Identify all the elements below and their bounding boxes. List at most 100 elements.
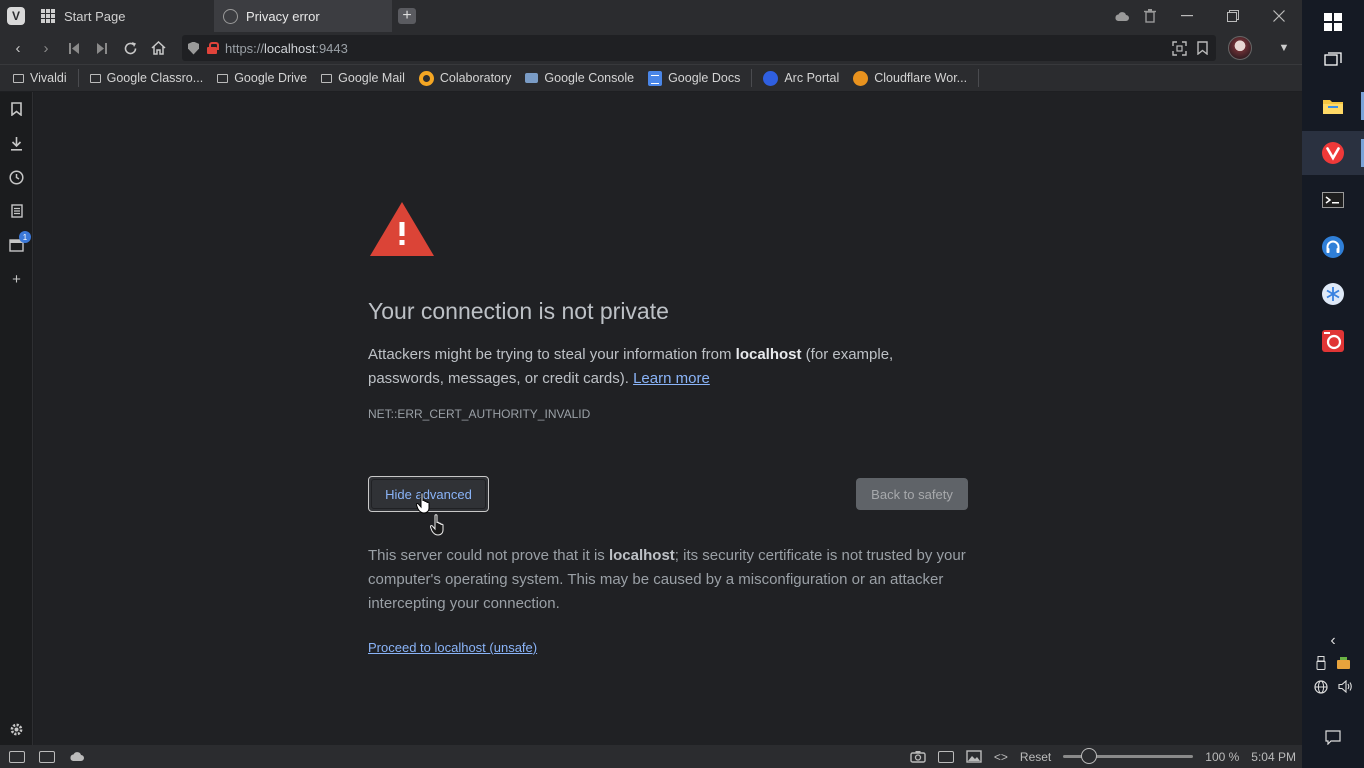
reload-icon xyxy=(124,41,136,54)
insecure-lock-icon[interactable] xyxy=(207,42,219,54)
url-field[interactable]: https://localhost:9443 xyxy=(182,35,1216,61)
taskbar-vivaldi[interactable] xyxy=(1302,131,1364,175)
page-content: Your connection is not private Attackers… xyxy=(34,92,1302,745)
task-view-button[interactable] xyxy=(1302,38,1364,82)
back-button[interactable]: ‹ xyxy=(4,34,32,62)
error-description: Attackers might be trying to steal your … xyxy=(368,346,894,387)
bookmark-cloudflare-workers[interactable]: Cloudflare Wor... xyxy=(846,70,974,86)
battery-app-icon[interactable] xyxy=(1336,656,1351,670)
folder-icon xyxy=(217,73,229,83)
cloud-sync-icon[interactable] xyxy=(1108,0,1136,32)
side-panel: 1 + xyxy=(0,92,33,745)
tab-bar: V Start Page Privacy error + xyxy=(0,0,1302,32)
panel-downloads-button[interactable] xyxy=(0,131,33,155)
tab-privacy-error[interactable]: Privacy error xyxy=(214,0,392,32)
hand-cursor-icon xyxy=(416,492,430,514)
menu-dropdown-button[interactable]: ▼ xyxy=(1266,42,1302,54)
status-bar: <> Reset 100 % 5:04 PM xyxy=(0,745,1302,768)
clock-icon xyxy=(9,169,24,185)
taskbar-network-app[interactable] xyxy=(1302,272,1364,316)
colab-icon xyxy=(418,70,434,86)
hand-cursor-icon xyxy=(430,514,444,536)
panel-notes-button[interactable] xyxy=(0,199,33,223)
forward-button[interactable]: › xyxy=(32,34,60,62)
minimize-button[interactable] xyxy=(1164,0,1210,32)
zoom-slider[interactable] xyxy=(1063,748,1194,764)
shield-icon[interactable] xyxy=(188,41,199,55)
chevron-right-icon: › xyxy=(43,39,49,57)
profile-avatar[interactable] xyxy=(1228,36,1252,60)
taskbar-audio-app[interactable] xyxy=(1302,225,1364,269)
proceed-unsafe-link[interactable]: Proceed to localhost (unsafe) xyxy=(368,640,537,655)
tab-label: Privacy error xyxy=(246,8,320,24)
bookmark-google-console[interactable]: Google Console xyxy=(518,71,641,85)
speed-dial-grid-icon xyxy=(40,8,56,24)
trash-icon[interactable] xyxy=(1136,0,1164,32)
error-details: This server could not prove that it is l… xyxy=(368,547,966,612)
bookmark-google-docs[interactable]: Google Docs xyxy=(641,70,747,86)
back-to-safety-button[interactable]: Back to safety xyxy=(856,478,968,510)
camera-icon[interactable] xyxy=(910,750,926,763)
network-globe-icon[interactable] xyxy=(1313,680,1328,694)
bookmark-icon[interactable] xyxy=(1197,41,1208,55)
windows-logo-icon xyxy=(1324,13,1342,31)
arc-icon xyxy=(763,70,779,86)
image-icon[interactable] xyxy=(966,750,982,763)
tray-overflow-button[interactable]: ‹ xyxy=(1302,632,1364,650)
bookmarks-bar: Vivaldi Google Classro... Google Drive G… xyxy=(0,64,1302,91)
volume-icon[interactable] xyxy=(1337,680,1353,693)
new-tab-button[interactable]: + xyxy=(392,0,422,32)
add-web-panel-button[interactable]: + xyxy=(0,267,33,291)
folder-icon xyxy=(13,73,24,83)
home-icon xyxy=(150,41,166,55)
bookmark-vivaldi[interactable]: Vivaldi xyxy=(6,71,74,85)
taskbar-file-explorer[interactable] xyxy=(1302,84,1364,128)
taskbar-debug-app[interactable] xyxy=(1302,319,1364,363)
settings-button[interactable] xyxy=(0,717,33,741)
terminal-icon xyxy=(1322,192,1344,208)
cloud-icon[interactable] xyxy=(69,751,85,762)
bookmark-colaboratory[interactable]: Colaboratory xyxy=(412,70,519,86)
panel-history-button[interactable] xyxy=(0,165,33,189)
bookmark-icon xyxy=(11,102,22,116)
rewind-button[interactable] xyxy=(60,34,88,62)
panel-toggle-icon[interactable] xyxy=(9,750,25,763)
panel-window-button[interactable]: 1 xyxy=(0,231,33,257)
fast-forward-icon xyxy=(97,42,107,54)
qr-scan-icon[interactable] xyxy=(1172,40,1187,56)
browser-window: V Start Page Privacy error + ‹ › https:/… xyxy=(0,0,1302,768)
tab-count-badge: 1 xyxy=(19,231,31,243)
code-icon[interactable]: <> xyxy=(994,750,1008,764)
fast-forward-button[interactable] xyxy=(88,34,116,62)
zoom-slider-thumb[interactable] xyxy=(1081,748,1098,764)
zoom-reset-button[interactable]: Reset xyxy=(1020,750,1051,764)
bookmark-google-mail[interactable]: Google Mail xyxy=(314,71,412,85)
clock-time: 5:04 PM xyxy=(1251,749,1296,764)
task-view-icon xyxy=(1324,52,1342,66)
bookmark-google-drive[interactable]: Google Drive xyxy=(210,71,314,85)
home-button[interactable] xyxy=(144,34,172,62)
cloudflare-icon xyxy=(853,70,869,86)
restore-button[interactable] xyxy=(1210,0,1256,32)
vivaldi-menu-button[interactable]: V xyxy=(0,0,32,32)
tab-start-page[interactable]: Start Page xyxy=(32,0,214,32)
rewind-icon xyxy=(69,42,79,54)
notes-icon xyxy=(10,204,23,218)
windows-taskbar: ‹ xyxy=(1302,0,1364,768)
vivaldi-logo-icon: V xyxy=(7,7,25,25)
app-icon xyxy=(1322,330,1344,352)
usb-icon[interactable] xyxy=(1316,656,1326,670)
close-window-button[interactable] xyxy=(1256,0,1302,32)
bookmark-arc-portal[interactable]: Arc Portal xyxy=(756,70,846,86)
headphones-icon xyxy=(1322,236,1344,258)
vivaldi-icon xyxy=(1322,142,1344,164)
bookmark-google-classroom[interactable]: Google Classro... xyxy=(83,71,211,85)
reload-button[interactable] xyxy=(116,34,144,62)
action-center-button[interactable] xyxy=(1302,730,1364,745)
taskbar-terminal[interactable] xyxy=(1302,178,1364,222)
learn-more-link[interactable]: Learn more xyxy=(633,370,710,387)
window-tiling-icon[interactable] xyxy=(937,750,954,763)
panel-bookmarks-button[interactable] xyxy=(0,97,33,121)
tile-toggle-icon[interactable] xyxy=(39,750,55,763)
docs-icon xyxy=(648,70,663,86)
